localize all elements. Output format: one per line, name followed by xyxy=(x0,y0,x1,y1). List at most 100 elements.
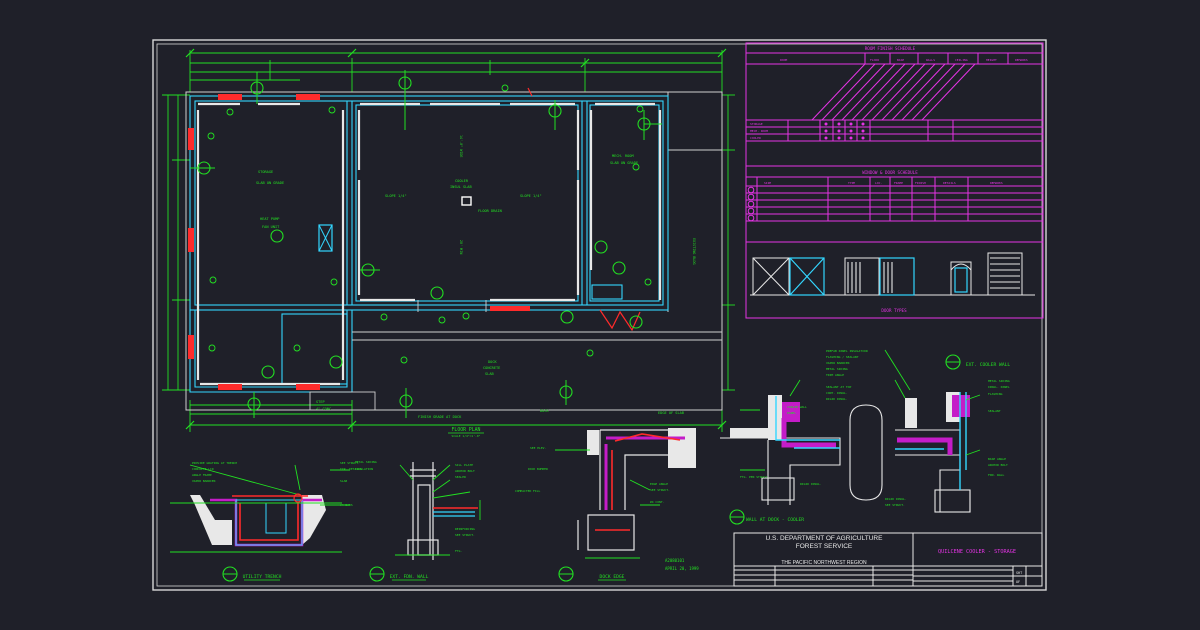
wd-header-remarks: REMARKS xyxy=(990,181,1003,185)
svg-text:CONT. INSUL.: CONT. INSUL. xyxy=(826,391,848,395)
svg-text:SEALANT AT TOP: SEALANT AT TOP xyxy=(826,385,851,389)
svg-text:INSUL SLAB: INSUL SLAB xyxy=(450,185,472,189)
svg-text:4" CONC: 4" CONC xyxy=(316,407,331,411)
ext-fdn-wall-title: EXT. FDN. WALL xyxy=(390,574,429,580)
room-finish-row-cooler: COOLER xyxy=(750,136,761,140)
svg-text:METAL SIDING: METAL SIDING xyxy=(988,379,1010,383)
room-finish-header-base: BASE xyxy=(897,58,904,62)
svg-text:SLOPE 1/4": SLOPE 1/4" xyxy=(385,194,407,198)
svg-text:COMPACTED FILL: COMPACTED FILL xyxy=(515,489,540,493)
window-door-schedule: WINDOW & DOOR SCHEDULE SIZE TYPE LOC. FR… xyxy=(745,165,1044,243)
agency-line-2: FOREST SERVICE xyxy=(796,543,853,550)
svg-text:14'-0" WIDE: 14'-0" WIDE xyxy=(459,135,463,157)
room-finish-header-floor: FLOOR xyxy=(870,58,879,62)
svg-text:FTG. PER STRUCT.: FTG. PER STRUCT. xyxy=(740,475,769,479)
svg-text:FLASHING: FLASHING xyxy=(988,392,1003,396)
svg-text:BASE ANGLE: BASE ANGLE xyxy=(988,457,1006,461)
svg-text:CONCRETE LID: CONCRETE LID xyxy=(192,467,214,471)
ext-cooler-wall-title: EXT. COOLER WALL xyxy=(966,362,1010,368)
svg-text:EXISTING BLDG: EXISTING BLDG xyxy=(692,238,696,265)
svg-text:SLAB ON GRADE: SLAB ON GRADE xyxy=(256,181,284,185)
detail-utility-trench: UTILITY TRENCH PROVIDE GRATING AT TRENCH… xyxy=(170,461,362,582)
svg-text:SEE ELEV.: SEE ELEV. xyxy=(530,446,546,450)
svg-text:ANCHOR BOLT: ANCHOR BOLT xyxy=(455,469,475,473)
svg-text:FLASHING / SEALANT: FLASHING / SEALANT xyxy=(826,355,859,359)
drawing-number: A2080101 xyxy=(665,558,685,563)
svg-text:PROVIDE GRATING AT TRENCH: PROVIDE GRATING AT TRENCH xyxy=(192,461,237,465)
room-finish-header-walls: WALLS xyxy=(926,58,935,62)
svg-text:FDN. WALL: FDN. WALL xyxy=(988,473,1004,477)
title-block: U.S. DEPARTMENT OF AGRICULTURE FOREST SE… xyxy=(733,532,1043,587)
svg-text:SCALE 1/4"=1'-0": SCALE 1/4"=1'-0" xyxy=(452,434,481,438)
svg-text:METAL SIDING: METAL SIDING xyxy=(355,460,377,464)
svg-text:SEALANT: SEALANT xyxy=(988,409,1001,413)
sheet-label: SHT xyxy=(1016,571,1022,575)
svg-text:RIGID INSUL.: RIGID INSUL. xyxy=(826,397,848,401)
svg-text:SLAB: SLAB xyxy=(340,479,347,483)
svg-text:METAL SIDING: METAL SIDING xyxy=(826,367,848,371)
svg-text:FLOOR DRAIN: FLOOR DRAIN xyxy=(478,209,502,213)
svg-text:SEALER: SEALER xyxy=(455,475,466,479)
detail-ext-fdn-wall: EXT. FDN. WALL METAL SIDING INSULATION S… xyxy=(355,460,481,582)
svg-text:FAN UNIT: FAN UNIT xyxy=(262,225,280,229)
svg-text:DOCK: DOCK xyxy=(540,409,549,413)
room-finish-title: ROOM FINISH SCHEDULE xyxy=(865,46,916,51)
svg-text:FINISH GRADE AT DOCK: FINISH GRADE AT DOCK xyxy=(418,415,462,419)
dock-edge-title: DOCK EDGE xyxy=(600,574,625,580)
svg-text:20' MIN: 20' MIN xyxy=(459,240,463,254)
building-outline xyxy=(185,91,723,411)
cad-drawing-sheet: STORAGE SLAB ON GRADE HEAT PUMP FAN UNIT… xyxy=(152,39,1047,591)
door-types: DOOR TYPES xyxy=(745,241,1044,319)
room-finish-row-mech: MECH. ROOM xyxy=(750,129,768,133)
svg-text:ANCHOR BOLT: ANCHOR BOLT xyxy=(988,463,1008,467)
sheet-of-label: OF xyxy=(1016,580,1020,584)
svg-text:COOLER WALL: COOLER WALL xyxy=(787,405,807,409)
project-title: QUILCENE COOLER - STORAGE xyxy=(938,549,1016,555)
svg-text:SLAB ON GRADE: SLAB ON GRADE xyxy=(610,161,638,165)
room-finish-header-room: ROOM xyxy=(780,58,787,62)
svg-text:SLOPE 1/4": SLOPE 1/4" xyxy=(520,194,542,198)
room-label-cooler: COOLER xyxy=(455,179,469,183)
svg-text:#4 CONT.: #4 CONT. xyxy=(650,500,665,504)
room-finish-row-storage: STORAGE xyxy=(750,122,763,126)
floor-plan-title: FLOOR PLAN xyxy=(452,427,481,433)
wd-header-size: SIZE xyxy=(764,181,771,185)
svg-text:PREFAB PANEL INSULATION: PREFAB PANEL INSULATION xyxy=(826,349,868,353)
detail-ext-cooler-wall: EXT. COOLER WALL METAL SIDING INSUL. PAN… xyxy=(884,349,1010,513)
svg-text:FTG.: FTG. xyxy=(455,549,462,553)
svg-text:EDGE OF SLAB: EDGE OF SLAB xyxy=(658,411,684,415)
floor-plan-dimensions xyxy=(162,48,735,432)
room-finish-header-ceiling: CEILING xyxy=(955,58,968,62)
svg-text:SEE STRUCT.: SEE STRUCT. xyxy=(650,488,670,492)
svg-text:RIGID INSUL.: RIGID INSUL. xyxy=(885,497,907,501)
svg-text:ANGLE FRAME: ANGLE FRAME xyxy=(192,473,212,477)
utility-trench-title: UTILITY TRENCH xyxy=(243,574,282,580)
svg-text:#4 BARS: #4 BARS xyxy=(340,503,353,507)
door-types-title: DOOR TYPES xyxy=(881,308,907,313)
wd-header-finish: FINISH xyxy=(915,181,926,185)
drawing-date: APRIL 20, 1999 xyxy=(665,566,699,571)
svg-text:SILL PLATE: SILL PLATE xyxy=(455,463,473,467)
region-name: THE PACIFIC NORTHWEST REGION xyxy=(781,560,867,566)
svg-text:REINFORCING: REINFORCING xyxy=(455,527,475,531)
svg-text:HEAT PUMP: HEAT PUMP xyxy=(260,217,279,221)
wd-header-type: TYPE xyxy=(848,181,855,185)
svg-text:DOCK BUMPER: DOCK BUMPER xyxy=(528,467,548,471)
wd-header-details: DETAILS xyxy=(943,181,956,185)
wd-header-frame: FRAME xyxy=(894,181,903,185)
svg-text:SLAB: SLAB xyxy=(485,372,494,376)
svg-text:VAPOR BARRIER: VAPOR BARRIER xyxy=(192,479,216,483)
svg-text:SEE STRUCT.: SEE STRUCT. xyxy=(455,533,475,537)
svg-text:TRIM ANGLE: TRIM ANGLE xyxy=(826,373,844,377)
svg-text:PANEL: PANEL xyxy=(787,411,796,415)
room-finish-schedule: ROOM FINISH SCHEDULE ROOM FLOOR BASE WAL… xyxy=(745,42,1044,167)
wd-header-loc: LOC. xyxy=(875,181,882,185)
room-finish-header-remarks: REMARKS xyxy=(1015,58,1028,62)
room-label-dock: DOCK xyxy=(488,360,497,364)
room-label-storage: STORAGE xyxy=(258,170,273,174)
room-label-mech: MECH. ROOM xyxy=(612,154,634,158)
window-door-title: WINDOW & DOOR SCHEDULE xyxy=(862,170,918,175)
detail-wall-at-dock-cooler: WALL AT DOCK - COOLER PREFAB PANEL INSUL… xyxy=(720,349,883,525)
svg-text:STEP: STEP xyxy=(316,400,325,404)
svg-text:INSULATION: INSULATION xyxy=(355,467,373,471)
